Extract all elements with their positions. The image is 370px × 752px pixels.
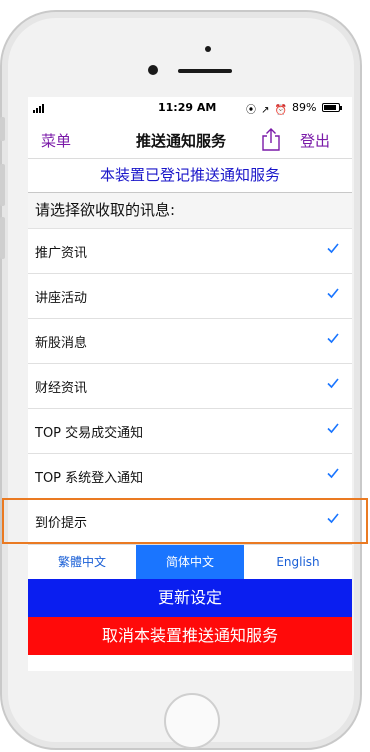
page-title: 推送通知服务 bbox=[136, 132, 227, 150]
menu-button[interactable]: 菜单 bbox=[41, 130, 71, 151]
front-camera bbox=[148, 65, 158, 75]
nav-bar: 菜单 推送通知服务 登出 bbox=[28, 121, 352, 159]
option-row[interactable]: 新股消息 bbox=[28, 319, 352, 364]
option-label: TOP 系统登入通知 bbox=[35, 471, 144, 486]
registration-status-banner: 本装置已登记推送通知服务 bbox=[28, 159, 352, 193]
checkmark-icon bbox=[327, 378, 339, 389]
option-label: 讲座活动 bbox=[35, 291, 88, 306]
earpiece-speaker bbox=[178, 69, 232, 73]
checkmark-icon bbox=[327, 288, 339, 299]
battery-fill bbox=[324, 105, 336, 110]
option-row[interactable]: TOP 交易成交通知 bbox=[28, 409, 352, 454]
share-icon[interactable] bbox=[260, 127, 282, 151]
option-row[interactable]: 推广资讯 bbox=[28, 229, 352, 274]
selection-prompt: 请选择欲收取的讯息: bbox=[28, 193, 352, 229]
status-indicator-icons: ⦿ ↗ ⏰ bbox=[246, 105, 289, 116]
battery-icon bbox=[322, 103, 342, 112]
checkmark-icon bbox=[327, 333, 339, 344]
volume-up-button bbox=[0, 164, 5, 206]
signal-icon bbox=[33, 104, 44, 113]
logout-button[interactable]: 登出 bbox=[300, 130, 330, 151]
checkmark-icon bbox=[327, 468, 339, 479]
lang-simplified-chinese[interactable]: 简体中文 bbox=[136, 545, 244, 579]
option-row[interactable]: 财经资讯 bbox=[28, 364, 352, 409]
option-label: TOP 交易成交通知 bbox=[35, 426, 144, 441]
update-settings-button[interactable]: 更新设定 bbox=[28, 579, 352, 617]
option-label: 新股消息 bbox=[35, 336, 88, 351]
language-selector: 繁體中文 简体中文 English bbox=[28, 544, 352, 579]
lang-traditional-chinese[interactable]: 繁體中文 bbox=[28, 545, 136, 579]
home-button[interactable] bbox=[164, 693, 220, 749]
highlight-box bbox=[2, 498, 368, 544]
status-bar: 11:29 AM ⦿ ↗ ⏰ 89% bbox=[28, 97, 352, 121]
mute-switch bbox=[0, 117, 5, 141]
option-label: 推广资讯 bbox=[35, 246, 88, 261]
app-screen: 11:29 AM ⦿ ↗ ⏰ 89% 菜单 推送通知服务 登出 本装置已登记推送… bbox=[28, 97, 352, 671]
checkmark-icon bbox=[327, 243, 339, 254]
notification-option-list: 推广资讯 讲座活动 新股消息 财经资讯 TOP 交易成交通知 TOP 系统登入通知 到价提示 bbox=[28, 229, 352, 544]
lang-english[interactable]: English bbox=[244, 545, 352, 579]
cancel-push-service-button[interactable]: 取消本装置推送通知服务 bbox=[28, 617, 352, 655]
proximity-sensor bbox=[205, 46, 211, 52]
status-time: 11:29 AM bbox=[158, 101, 217, 114]
option-row[interactable]: TOP 系统登入通知 bbox=[28, 454, 352, 499]
option-row[interactable]: 讲座活动 bbox=[28, 274, 352, 319]
option-label: 财经资讯 bbox=[35, 381, 88, 396]
volume-down-button bbox=[0, 217, 5, 259]
battery-percent: 89% bbox=[292, 101, 317, 114]
checkmark-icon bbox=[327, 423, 339, 434]
